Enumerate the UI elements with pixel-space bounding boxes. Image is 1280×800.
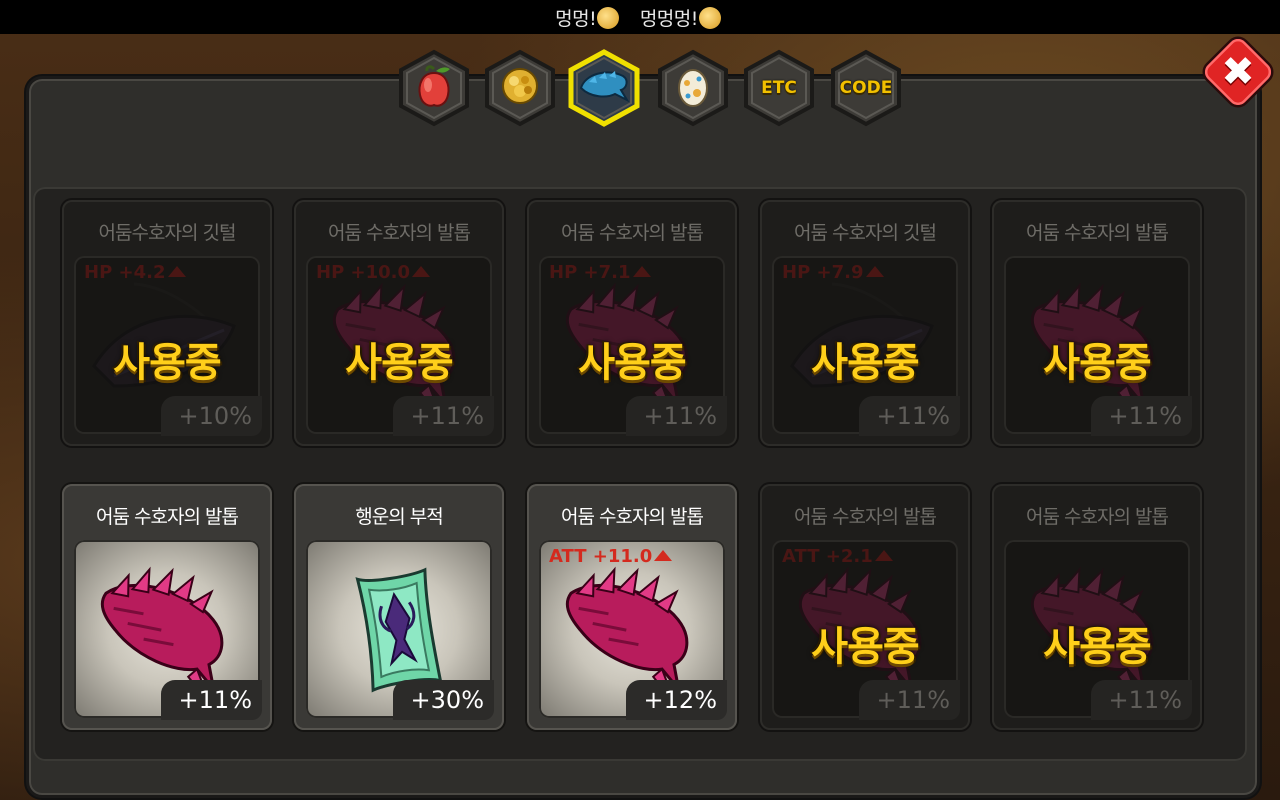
close-icon[interactable]: ✖ (1206, 40, 1270, 104)
item-stat-text: ATT +2.1 (782, 546, 873, 567)
in-use-label: 사용중 (1043, 340, 1151, 386)
arrow-up-icon (654, 550, 673, 561)
tab-etc[interactable]: ETC (742, 49, 816, 127)
item-card[interactable]: 어둠 수호자의 발톱 ATT +2.1 +11% 사용중 (760, 484, 970, 730)
tab-label: CODE (839, 78, 893, 98)
in-use-label: 사용중 (345, 340, 453, 386)
in-use-label: 사용중 (811, 340, 919, 386)
status-message-part1: 멍멍! (555, 8, 597, 30)
item-card[interactable]: 어둠 수호자의 발톱 HP +7.1 +11% 사용중 (527, 200, 737, 446)
arrow-up-icon (167, 266, 186, 277)
tab-label: ETC (761, 78, 797, 98)
tab-fruit[interactable] (397, 49, 471, 127)
emoji-icon (698, 7, 721, 29)
item-slot: ATT +11.0 +12% (539, 540, 727, 720)
item-stat-text: HP +7.9 (782, 262, 864, 283)
status-bar: 멍멍! 멍멍멍! (0, 0, 1280, 34)
item-stat-text: HP +7.1 (549, 262, 631, 283)
tab-gold[interactable] (483, 49, 557, 127)
claw-icon (577, 66, 631, 110)
item-stat: HP +7.1 (549, 262, 651, 283)
item-stat-text: HP +4.2 (84, 262, 166, 283)
arrow-up-icon (632, 266, 651, 277)
item-name: 어둠 수호자의 발톱 (794, 506, 937, 528)
status-message: 멍멍! 멍멍멍! (0, 4, 1280, 31)
emoji-icon (597, 7, 620, 29)
item-bonus: +11% (392, 396, 494, 436)
item-card[interactable]: 어둠 수호자의 발톱 HP +10.0 +11% 사용중 (294, 200, 504, 446)
arrow-up-icon (874, 550, 893, 561)
item-card[interactable]: 어둠 수호자의 발톱 ATT +11.0 +12% (527, 484, 737, 730)
item-name: 어둠 수호자의 발톱 (96, 506, 239, 528)
item-bonus: +11% (625, 396, 727, 436)
item-bonus: +11% (858, 396, 960, 436)
item-bonus: +10% (160, 396, 262, 436)
item-bonus: +11% (1090, 396, 1192, 436)
item-name: 어둠 수호자의 발톱 (561, 506, 704, 528)
item-card[interactable]: 어둠 수호자의 발톱 +11% (62, 484, 272, 730)
item-bonus: +11% (858, 680, 960, 720)
item-name: 어둠 수호자의 발톱 (561, 222, 704, 244)
item-stat: HP +10.0 (316, 262, 431, 283)
item-bonus: +11% (160, 680, 262, 720)
item-stat: HP +7.9 (782, 262, 884, 283)
tab-claw[interactable] (567, 49, 641, 127)
item-name: 어둠 수호자의 발톱 (1026, 222, 1169, 244)
item-stat-text: ATT +11.0 (549, 546, 653, 567)
item-name: 어둠 수호자의 깃털 (794, 222, 937, 244)
in-use-label: 사용중 (811, 624, 919, 670)
item-slot: +11% (74, 540, 262, 720)
gold-coin-icon (498, 64, 542, 112)
in-use-label: 사용중 (113, 340, 221, 386)
egg-icon (675, 63, 711, 113)
item-card[interactable]: 어둠 수호자의 발톱 +11% 사용중 (992, 484, 1202, 730)
in-use-label: 사용중 (1043, 624, 1151, 670)
arrow-up-icon (412, 266, 431, 277)
in-use-label: 사용중 (578, 340, 686, 386)
item-card[interactable]: 행운의 부적 +30% (294, 484, 504, 730)
item-bonus: +11% (1090, 680, 1192, 720)
item-name: 어둠수호자의 깃털 (98, 222, 237, 244)
tab-egg[interactable] (656, 49, 730, 127)
tab-code[interactable]: CODE (829, 49, 903, 127)
item-slot: +30% (306, 540, 494, 720)
fruit-icon (414, 63, 454, 113)
item-card[interactable]: 어둠 수호자의 깃털 HP +7.9 +11% 사용중 (760, 200, 970, 446)
item-card[interactable]: 어둠 수호자의 발톱 +11% 사용중 (992, 200, 1202, 446)
item-bonus: +30% (392, 680, 494, 720)
status-message-part2: 멍멍멍! (639, 8, 699, 30)
item-stat-text: HP +10.0 (316, 262, 411, 283)
item-name: 행운의 부적 (355, 506, 443, 528)
item-card[interactable]: 어둠수호자의 깃털 HP +4.2 +10% 사용중 (62, 200, 272, 446)
item-stat: HP +4.2 (84, 262, 186, 283)
arrow-up-icon (865, 266, 884, 277)
item-stat: ATT +11.0 (549, 546, 673, 567)
item-stat: ATT +2.1 (782, 546, 893, 567)
item-name: 어둠 수호자의 발톱 (328, 222, 471, 244)
item-bonus: +12% (625, 680, 727, 720)
item-name: 어둠 수호자의 발톱 (1026, 506, 1169, 528)
